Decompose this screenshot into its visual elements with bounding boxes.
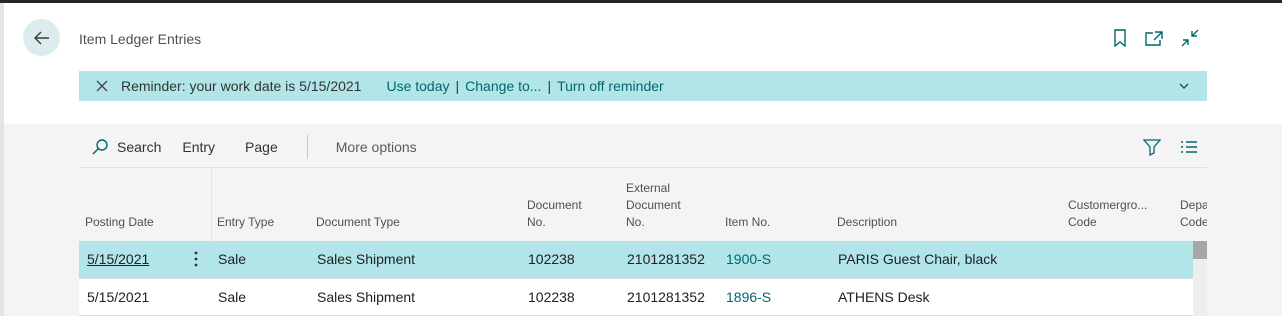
search-label: Search bbox=[117, 139, 162, 155]
column-header-customer-group-code[interactable]: Customergro... Code bbox=[1068, 197, 1147, 231]
item-no-link[interactable]: 1900-S bbox=[726, 251, 771, 267]
page-menu[interactable]: Page bbox=[245, 139, 278, 155]
description-cell: ATHENS Desk bbox=[838, 289, 930, 305]
change-to-link[interactable]: Change to... bbox=[465, 78, 541, 94]
more-options-button[interactable]: More options bbox=[336, 139, 417, 155]
document-no-cell: 102238 bbox=[528, 251, 575, 267]
posting-date-cell[interactable]: 5/15/2021 bbox=[87, 289, 149, 305]
document-no-cell: 102238 bbox=[528, 289, 575, 305]
back-arrow-icon bbox=[33, 31, 49, 44]
document-type-cell: Sales Shipment bbox=[317, 251, 416, 267]
row-actions-button[interactable] bbox=[187, 249, 205, 269]
page-label: Page bbox=[245, 139, 278, 155]
column-header-label: External bbox=[626, 181, 671, 195]
column-header-label: Depa bbox=[1180, 198, 1207, 212]
open-new-window-button[interactable] bbox=[1143, 27, 1165, 49]
table-row[interactable]: 5/15/2021 Sale Sales Shipment 102238 210… bbox=[79, 241, 1193, 278]
reminder-separator: | bbox=[547, 78, 552, 94]
bookmark-icon bbox=[1114, 29, 1126, 47]
more-vertical-icon bbox=[194, 251, 198, 267]
column-header-label: Posting Date bbox=[85, 215, 154, 229]
collapse-icon bbox=[1181, 29, 1199, 47]
posting-date-cell[interactable]: 5/15/2021 bbox=[87, 251, 149, 267]
column-header-label: No. bbox=[626, 215, 645, 229]
bookmark-button[interactable] bbox=[1109, 27, 1131, 49]
page-title: Item Ledger Entries bbox=[79, 31, 202, 47]
column-header-description[interactable]: Description bbox=[837, 214, 897, 231]
column-header-label: Description bbox=[837, 215, 898, 229]
more-options-label: More options bbox=[335, 139, 417, 155]
filter-button[interactable] bbox=[1142, 137, 1162, 157]
external-document-no-cell: 2101281352 bbox=[627, 289, 705, 305]
column-header-label: Entry Type bbox=[217, 215, 275, 229]
ledger-entries-grid: Posting Date Entry Type Document Type Do… bbox=[79, 168, 1207, 316]
back-button[interactable] bbox=[23, 19, 60, 56]
entry-label: Entry bbox=[182, 139, 216, 155]
column-header-label: Document bbox=[527, 198, 582, 212]
chevron-down-icon[interactable] bbox=[1177, 79, 1191, 93]
toolbar-divider bbox=[306, 135, 308, 159]
column-header-posting-date[interactable]: Posting Date bbox=[85, 214, 154, 231]
action-bar: Search Entry Page More options bbox=[79, 129, 1207, 165]
filter-icon bbox=[1143, 139, 1161, 156]
entry-type-cell: Sale bbox=[218, 251, 247, 267]
column-header-row: Posting Date Entry Type Document Type Do… bbox=[79, 168, 1207, 241]
column-header-document-no[interactable]: Document No. bbox=[527, 197, 582, 231]
column-header-label: Item No. bbox=[725, 215, 771, 229]
column-header-label: No. bbox=[527, 215, 546, 229]
reminder-text: Reminder: your work date is 5/15/2021 bbox=[121, 78, 362, 94]
reminder-separator: | bbox=[455, 78, 460, 94]
header-separator bbox=[211, 168, 212, 241]
column-header-department-code[interactable]: Depa Code bbox=[1180, 197, 1207, 231]
entry-type-cell: Sale bbox=[218, 289, 247, 305]
column-header-label: Code bbox=[1068, 215, 1097, 229]
scrollbar-thumb[interactable] bbox=[1193, 241, 1207, 259]
item-no-link[interactable]: 1896-S bbox=[726, 289, 771, 305]
list-view-button[interactable] bbox=[1179, 137, 1199, 157]
collapse-button[interactable] bbox=[1179, 27, 1201, 49]
description-cell: PARIS Guest Chair, black bbox=[838, 251, 998, 267]
search-button[interactable]: Search bbox=[91, 138, 161, 156]
column-header-entry-type[interactable]: Entry Type bbox=[217, 214, 274, 231]
column-header-label: Customergro... bbox=[1068, 198, 1148, 212]
open-new-window-icon bbox=[1145, 31, 1163, 46]
turn-off-reminder-link[interactable]: Turn off reminder bbox=[557, 78, 664, 94]
close-icon bbox=[96, 80, 108, 92]
use-today-link[interactable]: Use today bbox=[386, 78, 449, 94]
close-reminder-button[interactable] bbox=[95, 79, 109, 93]
search-icon bbox=[92, 139, 108, 155]
external-document-no-cell: 2101281352 bbox=[627, 251, 705, 267]
column-header-label: Document Type bbox=[316, 215, 400, 229]
table-row[interactable]: 5/15/2021 Sale Sales Shipment 102238 210… bbox=[79, 279, 1193, 316]
document-type-cell: Sales Shipment bbox=[317, 289, 416, 305]
column-header-label: Document bbox=[626, 198, 681, 212]
entry-menu[interactable]: Entry bbox=[182, 139, 215, 155]
list-view-icon bbox=[1181, 141, 1197, 153]
column-header-item-no[interactable]: Item No. bbox=[725, 214, 770, 231]
page-header bbox=[4, 3, 1282, 124]
column-header-external-document-no[interactable]: External Document No. bbox=[626, 180, 681, 231]
column-header-document-type[interactable]: Document Type bbox=[316, 214, 400, 231]
column-header-label: Code bbox=[1180, 215, 1207, 229]
work-date-reminder-bar: Reminder: your work date is 5/15/2021 Us… bbox=[79, 71, 1207, 101]
